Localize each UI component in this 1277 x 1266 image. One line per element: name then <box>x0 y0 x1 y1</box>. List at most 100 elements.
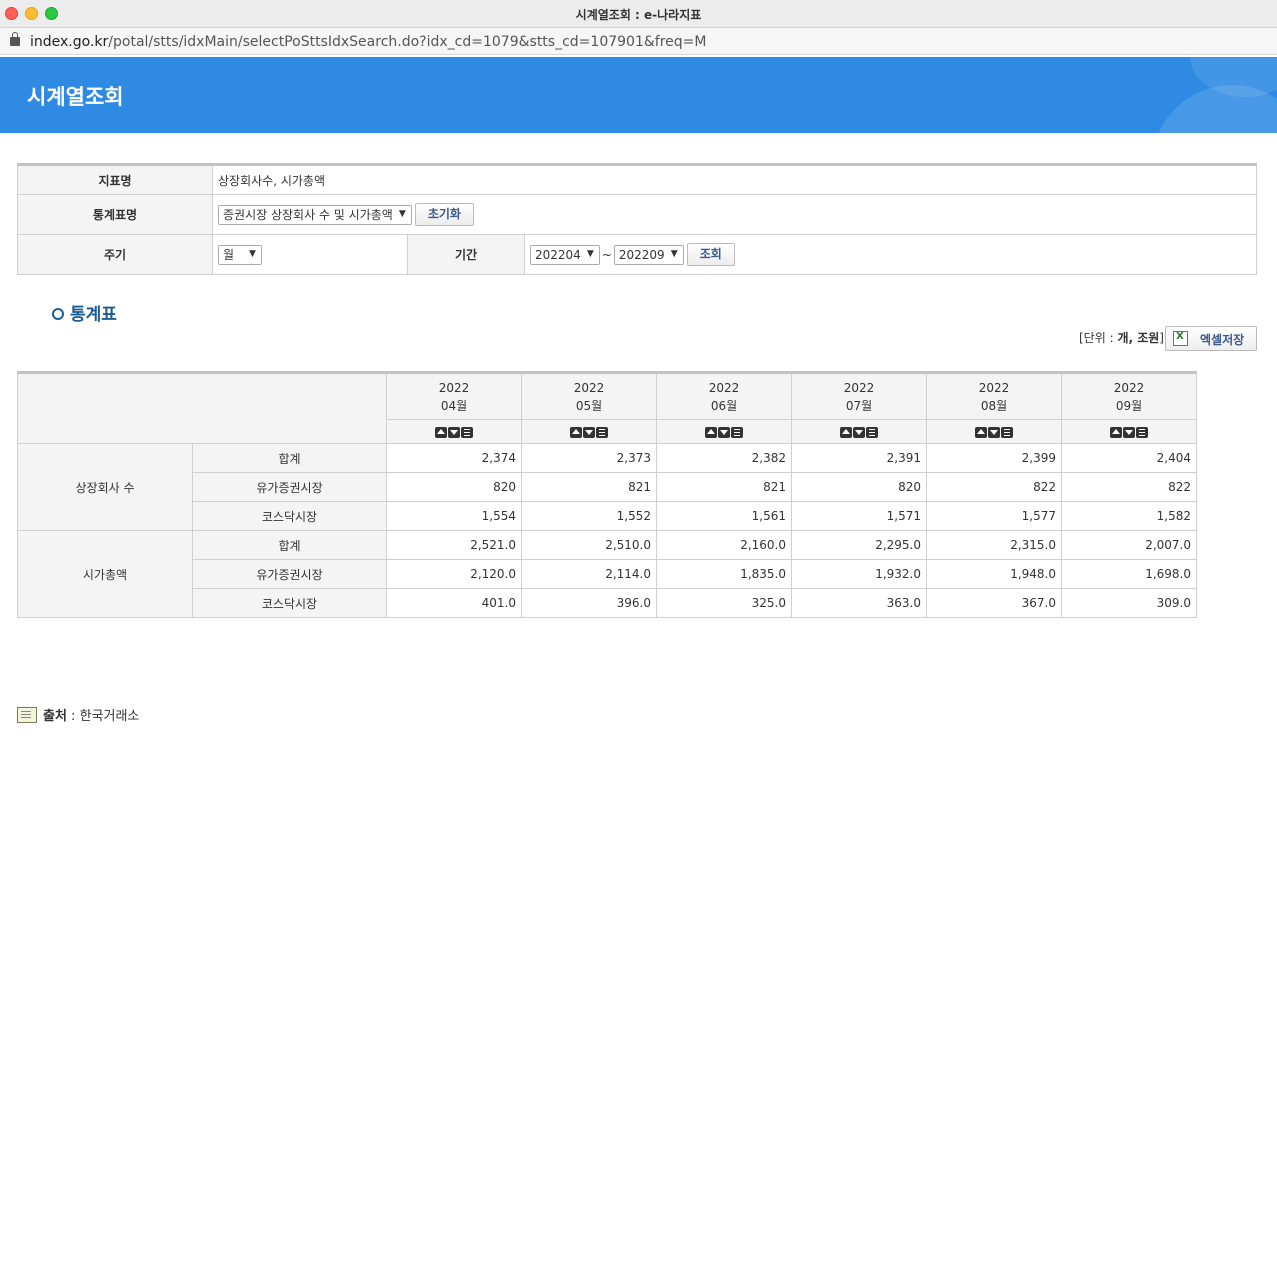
table-cell: 1,552 <box>521 501 657 531</box>
column-month: 07월 <box>845 398 873 413</box>
table-cell: 1,698.0 <box>1061 559 1197 589</box>
stat-table-select-value: 증권시장 상장회사 수 및 시가총액 <box>223 207 393 222</box>
cycle-select[interactable]: 월 ▼ <box>218 244 262 265</box>
chevron-down-icon: ▼ <box>398 208 406 219</box>
table-cell: 2,373 <box>521 443 657 473</box>
period-separator: ~ <box>601 247 612 262</box>
list-icon[interactable] <box>461 426 473 438</box>
list-icon[interactable] <box>596 426 608 438</box>
table-corner <box>17 372 387 444</box>
table-cell: 401.0 <box>386 588 522 618</box>
url-host: index.go.kr <box>30 34 109 50</box>
column-year: 2022 <box>978 380 1010 395</box>
list-icon[interactable] <box>731 426 743 438</box>
sort-ascending-icon[interactable] <box>705 426 717 438</box>
table-cell: 2,295.0 <box>791 530 927 560</box>
sort-ascending-icon[interactable] <box>975 426 987 438</box>
row-label: 유가증권시장 <box>192 559 387 589</box>
table-cell: 1,561 <box>656 501 792 531</box>
table-cell: 820 <box>386 472 522 502</box>
period-from-value: 202204 <box>535 247 581 262</box>
url-text[interactable]: index.go.kr/potal/stts/idxMain/selectPoS… <box>30 34 706 50</box>
column-header: 2022 07월 <box>791 372 927 420</box>
search-form: 지표명 상장회사수, 시가총액 통계표명 증권시장 상장회사 수 및 시가총액 ▼… <box>17 163 1257 275</box>
table-row: 유가증권시장 820 821 821 820 822 822 <box>18 472 1197 502</box>
indicator-label: 지표명 <box>17 164 213 195</box>
column-header: 2022 05월 <box>521 372 657 420</box>
column-sort-controls <box>656 419 792 444</box>
search-button[interactable]: 조회 <box>686 243 735 266</box>
sort-descending-icon[interactable] <box>988 426 1000 438</box>
sort-ascending-icon[interactable] <box>1110 426 1122 438</box>
table-cell: 309.0 <box>1061 588 1197 618</box>
chevron-down-icon: ▼ <box>586 248 594 259</box>
list-icon[interactable] <box>1136 426 1148 438</box>
circle-bullet-icon <box>52 308 64 320</box>
sort-descending-icon[interactable] <box>583 426 595 438</box>
address-bar[interactable]: index.go.kr/potal/stts/idxMain/selectPoS… <box>0 28 1277 55</box>
period-to-value: 202209 <box>618 247 665 262</box>
table-cell: 2,521.0 <box>386 530 522 560</box>
row-label: 유가증권시장 <box>192 472 387 502</box>
table-row: 코스닥시장 401.0 396.0 325.0 363.0 367.0 309.0 <box>18 588 1197 618</box>
table-row: 유가증권시장 2,120.0 2,114.0 1,835.0 1,932.0 1,948.… <box>18 559 1197 589</box>
sort-descending-icon[interactable] <box>1123 426 1135 438</box>
table-cell: 821 <box>656 472 792 502</box>
sort-ascending-icon[interactable] <box>840 426 852 438</box>
period-cell: 202204 ▼ ~202209 ▼ 조회 <box>524 234 1257 275</box>
column-month: 09월 <box>1115 398 1143 413</box>
table-cell: 1,571 <box>791 501 927 531</box>
column-header: 2022 04월 <box>386 372 522 420</box>
excel-save-label: 엑셀저장 <box>1200 333 1245 347</box>
table-row: 코스닥시장 1,554 1,552 1,561 1,571 1,577 1,582 <box>18 501 1197 531</box>
list-icon[interactable] <box>866 426 878 438</box>
table-cell: 820 <box>791 472 927 502</box>
column-sort-controls <box>386 419 522 444</box>
column-year: 2022 <box>573 380 605 395</box>
sort-descending-icon[interactable] <box>448 426 460 438</box>
column-sort-controls <box>791 419 927 444</box>
stat-table-select[interactable]: 증권시장 상장회사 수 및 시가총액 ▼ <box>218 204 412 225</box>
table-cell: 363.0 <box>791 588 927 618</box>
period-to-select[interactable]: 202209 ▼ <box>613 244 684 265</box>
unit-label: [단위 : 개, 조원] <box>1079 329 1164 346</box>
table-cell: 2,160.0 <box>656 530 792 560</box>
source-value: 한국거래소 <box>79 709 140 724</box>
row-label: 코스닥시장 <box>192 501 387 531</box>
section-title-text: 통계표 <box>70 305 117 325</box>
unit-prefix: [단위 : <box>1079 331 1118 345</box>
row-group-label: 상장회사 수 <box>17 443 193 531</box>
table-cell: 1,835.0 <box>656 559 792 589</box>
reset-button[interactable]: 초기화 <box>414 203 474 226</box>
period-label: 기간 <box>407 234 525 275</box>
table-cell: 2,404 <box>1061 443 1197 473</box>
statistics-table: 2022 04월 2022 05월 2022 06월 2022 07월 2022 08월 2022 0… <box>17 371 1197 618</box>
table-row: 상장회사 수 합계 2,374 2,373 2,382 2,391 2,399 2,404 <box>17 443 1197 531</box>
chevron-down-icon: ▼ <box>670 248 678 259</box>
source-separator: : <box>66 709 80 724</box>
table-cell: 2,391 <box>791 443 927 473</box>
excel-save-button[interactable]: 엑셀저장 <box>1165 326 1257 351</box>
sort-ascending-icon[interactable] <box>435 426 447 438</box>
table-cell: 1,948.0 <box>926 559 1062 589</box>
table-cell: 2,315.0 <box>926 530 1062 560</box>
column-year: 2022 <box>1113 380 1145 395</box>
table-cell: 325.0 <box>656 588 792 618</box>
cycle-label: 주기 <box>17 234 213 275</box>
list-icon[interactable] <box>1001 426 1013 438</box>
column-sort-controls <box>521 419 657 444</box>
notepad-icon <box>17 707 37 723</box>
source-note: 출처 : 한국거래소 <box>17 705 139 724</box>
column-month: 05월 <box>575 398 603 413</box>
column-header: 2022 08월 <box>926 372 1062 420</box>
section-title: 통계표 <box>52 300 117 325</box>
column-month: 08월 <box>980 398 1008 413</box>
sort-descending-icon[interactable] <box>853 426 865 438</box>
cycle-select-value: 월 <box>223 247 235 262</box>
sort-descending-icon[interactable] <box>718 426 730 438</box>
period-from-select[interactable]: 202204 ▼ <box>530 244 600 265</box>
table-cell: 2,510.0 <box>521 530 657 560</box>
table-row: 시가총액 합계 2,521.0 2,510.0 2,160.0 2,295.0 2,315.… <box>17 530 1197 618</box>
table-cell: 2,007.0 <box>1061 530 1197 560</box>
sort-ascending-icon[interactable] <box>570 426 582 438</box>
